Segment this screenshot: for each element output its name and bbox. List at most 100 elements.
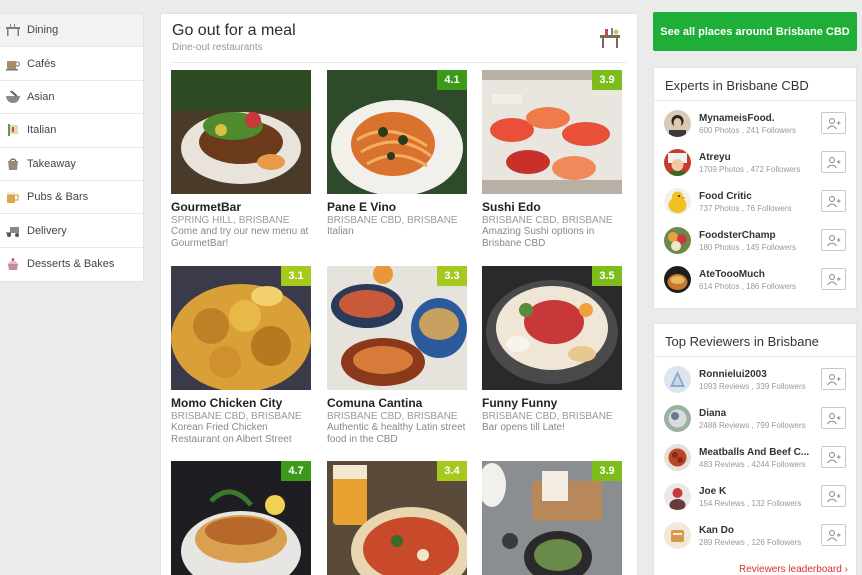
restaurant-description: Amazing Sushi options in [482,226,595,237]
reviewer-row: Diana 2488 Reviews , 799 Followers [654,399,856,438]
sidebar-item-label: Dining [27,24,59,37]
reviewer-stats: 289 Reviews , 126 Followers [699,537,802,547]
restaurant-name[interactable]: Momo Chicken City [171,396,311,410]
follow-button[interactable] [821,524,846,546]
restaurant-description: food in the CBD [327,434,398,445]
restaurant-location: BRISBANE CBD, BRISBANE [171,411,302,422]
restaurant-description: Korean Fried Chicken [171,422,268,433]
rating-badge: 3.1 [281,266,311,286]
restaurant-name[interactable]: Funny Funny [482,396,622,410]
avatar[interactable] [664,266,691,293]
sidebar-item-asian[interactable]: Asian [0,81,143,115]
rating-badge: 3.9 [592,70,622,90]
restaurant-photo[interactable]: 4.7 [171,461,311,575]
expert-name[interactable]: AteToooMuch [699,269,796,280]
restaurant-tile[interactable]: 4.1 Pane E Vino BRISBANE CBD, BRISBANE I… [327,70,467,238]
follow-button[interactable] [821,368,846,390]
restaurant-name[interactable]: GourmetBar [171,200,311,214]
avatar[interactable] [664,483,691,510]
experts-panel: Experts in Brisbane CBD MynameisFood. 600… [653,67,857,309]
restaurant-photo[interactable]: 3.4 [327,461,467,575]
avatar[interactable] [664,444,691,471]
sidebar-item-pubs-bars[interactable]: Pubs & Bars [0,181,143,215]
sidebar-item-delivery[interactable]: Delivery [0,214,143,248]
restaurant-tile[interactable]: 3.1 Momo Chicken City BRISBANE CBD, BRIS… [171,266,311,446]
sidebar-item-label: Takeaway [27,157,76,170]
sidebar-item-label: Desserts & Bakes [27,258,115,271]
rating-badge: 4.1 [437,70,467,90]
sidebar-item-desserts-bakes[interactable]: Desserts & Bakes [0,248,143,281]
restaurant-location: BRISBANE CBD, BRISBANE [327,411,458,422]
page-title: Go out for a meal [172,22,296,39]
avatar[interactable] [664,149,691,176]
sidebar-item-takeaway[interactable]: Takeaway [0,148,143,181]
follow-button[interactable] [821,485,846,507]
expert-name[interactable]: Atreyu [699,152,800,163]
expert-stats: 737 Photos , 76 Followers [699,203,792,213]
reviewer-name[interactable]: Meatballs And Beef C... [699,447,809,458]
avatar[interactable] [664,405,691,432]
restaurant-tile[interactable]: 3.5 Funny Funny BRISBANE CBD, BRISBANE B… [482,266,622,434]
restaurant-description: Come and try our new menu at [171,226,309,237]
reviewer-stats: 1093 Reviews , 339 Followers [699,381,806,391]
sidebar-item-cafes[interactable]: Cafés [0,47,143,81]
restaurant-photo[interactable]: 4.1 [327,70,467,194]
follow-button[interactable] [821,268,846,290]
expert-row: Food Critic 737 Photos , 76 Followers [654,182,856,221]
desserts-icon [4,256,22,272]
add-user-icon [827,117,841,129]
avatar[interactable] [664,366,691,393]
restaurant-tile[interactable]: 3.4 [327,461,467,575]
table-setting-icon [597,26,623,50]
avatar[interactable] [664,522,691,549]
follow-button[interactable] [821,151,846,173]
restaurant-tile[interactable]: GourmetBar SPRING HILL, BRISBANE Come an… [171,70,311,250]
avatar[interactable] [664,188,691,215]
restaurant-photo[interactable]: 3.3 [327,266,467,390]
avatar[interactable] [664,110,691,137]
follow-button[interactable] [821,407,846,429]
rating-badge: 3.3 [437,266,467,286]
expert-row: FoodsterChamp 180 Photos , 145 Followers [654,221,856,260]
restaurant-photo[interactable]: 3.5 [482,266,622,390]
restaurant-photo[interactable]: 3.1 [171,266,311,390]
reviewers-title: Top Reviewers in Brisbane [654,324,856,357]
italian-icon [4,122,22,138]
rating-badge: 3.5 [592,266,622,286]
restaurant-name[interactable]: Comuna Cantina [327,396,467,410]
dining-icon [4,22,22,38]
restaurant-tile[interactable]: 4.7 [171,461,311,575]
restaurant-tile[interactable]: 3.9 Sushi Edo BRISBANE CBD, BRISBANE Ama… [482,70,622,250]
follow-button[interactable] [821,446,846,468]
restaurant-photo[interactable] [171,70,311,194]
follow-button[interactable] [821,190,846,212]
restaurant-name[interactable]: Pane E Vino [327,200,467,214]
experts-title: Experts in Brisbane CBD [654,68,856,101]
restaurant-tile[interactable]: 3.9 [482,461,622,575]
expert-name[interactable]: MynameisFood. [699,113,796,124]
follow-button[interactable] [821,112,846,134]
reviewer-name[interactable]: Joe K [699,486,801,497]
sidebar-item-dining[interactable]: Dining [0,14,143,48]
dine-out-card: Go out for a meal Dine-out restaurants G… [160,13,638,575]
restaurant-tile[interactable]: 3.3 Comuna Cantina BRISBANE CBD, BRISBAN… [327,266,467,446]
sidebar-item-label: Italian [27,124,57,137]
sidebar-item-label: Pubs & Bars [27,191,89,204]
reviewer-row: Meatballs And Beef C... 483 Reviews , 424… [654,438,856,477]
reviewers-leaderboard-link[interactable]: Reviewers leaderboard › [739,564,848,575]
expert-name[interactable]: Food Critic [699,191,792,202]
follow-button[interactable] [821,229,846,251]
reviewer-name[interactable]: Kan Do [699,525,801,536]
avatar[interactable] [664,227,691,254]
cafe-icon [4,56,22,72]
reviewer-name[interactable]: Ronnielui2003 [699,369,806,380]
expert-name[interactable]: FoodsterChamp [699,230,796,241]
reviewer-name[interactable]: Diana [699,408,806,419]
see-all-places-button[interactable]: See all places around Brisbane CBD [653,12,857,51]
add-user-icon [827,156,841,168]
sidebar-item-italian[interactable]: Italian [0,114,143,148]
restaurant-photo[interactable]: 3.9 [482,461,622,575]
expert-row: AteToooMuch 614 Photos , 186 Followers [654,260,856,299]
restaurant-photo[interactable]: 3.9 [482,70,622,194]
restaurant-name[interactable]: Sushi Edo [482,200,622,214]
